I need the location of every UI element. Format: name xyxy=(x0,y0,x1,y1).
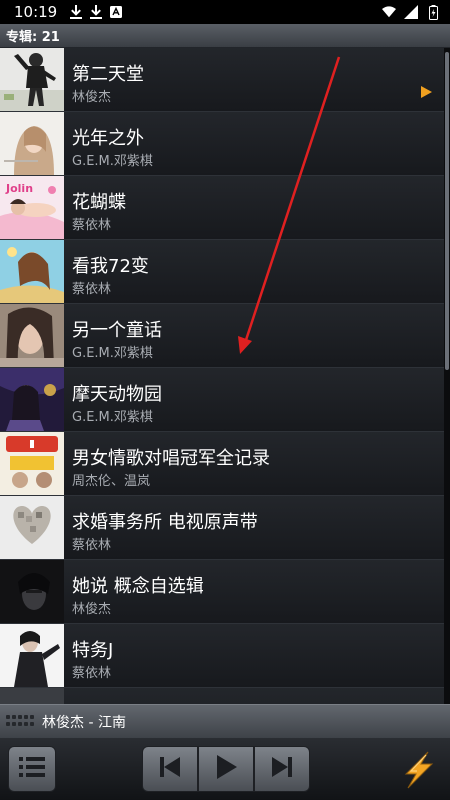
skip-previous-icon xyxy=(158,756,182,782)
play-icon xyxy=(214,754,238,784)
album-title: 摩天动物园 xyxy=(72,384,162,405)
album-artist: 蔡依林 xyxy=(72,538,112,553)
list-icon xyxy=(17,754,47,784)
previous-button[interactable] xyxy=(142,746,198,792)
album-cover xyxy=(0,432,64,495)
playback-controls xyxy=(0,738,450,800)
skip-next-icon xyxy=(270,756,294,782)
status-time: 10:19 xyxy=(14,3,58,21)
album-artist: G.E.M.邓紫棋 xyxy=(72,346,153,361)
download-icon xyxy=(89,5,103,19)
album-row[interactable]: 摩天动物园 G.E.M.邓紫棋 xyxy=(0,368,444,432)
album-title: 第二天堂 xyxy=(72,64,144,85)
album-title: 看我72变 xyxy=(72,256,149,277)
drag-handle-icon[interactable] xyxy=(6,714,36,729)
album-cover: Jolin xyxy=(0,176,64,239)
scrollbar-thumb[interactable] xyxy=(445,52,449,370)
album-row[interactable]: 男女情歌对唱冠军全记录 周杰伦、温岚 xyxy=(0,432,444,496)
album-artist: 林俊杰 xyxy=(72,90,112,105)
play-button[interactable] xyxy=(198,746,254,792)
album-row[interactable]: 第二天堂 林俊杰 xyxy=(0,48,444,112)
album-artist: 蔡依林 xyxy=(72,282,112,297)
album-artist: 林俊杰 xyxy=(72,602,112,617)
album-cover xyxy=(0,688,64,704)
download-icon xyxy=(69,5,83,19)
album-list[interactable]: 第二天堂 林俊杰 光年之外 G.E.M.邓紫棋 Jolin 花蝴蝶 蔡依林 看我… xyxy=(0,48,450,704)
album-cover xyxy=(0,240,64,303)
album-cover xyxy=(0,304,64,367)
album-row[interactable]: 看我72变 蔡依林 xyxy=(0,240,444,304)
album-artist: 周杰伦、温岚 xyxy=(72,474,151,489)
album-row[interactable]: 光年之外 G.E.M.邓紫棋 xyxy=(0,112,444,176)
now-playing-bar[interactable]: 林俊杰 - 江南 xyxy=(0,704,450,738)
album-row[interactable]: 她说 概念自选辑 林俊杰 xyxy=(0,560,444,624)
wifi-icon xyxy=(382,5,396,19)
app-notification-icon xyxy=(109,5,123,19)
album-cover xyxy=(0,560,64,623)
battery-icon xyxy=(426,4,440,20)
album-count-header: 专辑: 21 xyxy=(0,24,450,48)
list-scrollbar[interactable] xyxy=(444,48,450,704)
album-title: 男女情歌对唱冠军全记录 xyxy=(72,448,270,469)
now-playing-indicator-icon xyxy=(421,86,432,98)
next-button[interactable] xyxy=(254,746,310,792)
album-cover xyxy=(0,48,64,111)
album-title: 她说 概念自选辑 xyxy=(72,576,204,597)
status-bar: 10:19 xyxy=(0,0,450,24)
album-cover xyxy=(0,368,64,431)
album-title: 光年之外 xyxy=(72,128,144,149)
album-title: 花蝴蝶 xyxy=(72,192,126,213)
album-title: 另一个童话 xyxy=(72,320,162,341)
now-playing-text: 林俊杰 - 江南 xyxy=(42,714,126,731)
album-title: 特务J xyxy=(72,640,114,661)
album-row[interactable]: 特务J 蔡依林 xyxy=(0,624,444,688)
album-artist: 蔡依林 xyxy=(72,218,112,233)
album-row[interactable]: 另一个童话 G.E.M.邓紫棋 xyxy=(0,304,444,368)
album-artist: 蔡依林 xyxy=(72,666,112,681)
album-cover xyxy=(0,112,64,175)
album-artist: G.E.M.邓紫棋 xyxy=(72,410,153,425)
album-row[interactable]: 求婚事务所 电视原声带 蔡依林 xyxy=(0,496,444,560)
album-cover xyxy=(0,624,64,687)
svg-text:Jolin: Jolin xyxy=(5,182,33,195)
playlist-button[interactable] xyxy=(8,746,56,792)
album-cover xyxy=(0,496,64,559)
cellular-signal-icon xyxy=(404,5,418,19)
album-row[interactable] xyxy=(0,688,444,704)
transport-buttons xyxy=(142,746,310,792)
album-artist: G.E.M.邓紫棋 xyxy=(72,154,153,169)
lightning-bolt-icon[interactable] xyxy=(398,750,438,790)
album-row[interactable]: Jolin 花蝴蝶 蔡依林 xyxy=(0,176,444,240)
album-title: 求婚事务所 电视原声带 xyxy=(72,512,258,533)
